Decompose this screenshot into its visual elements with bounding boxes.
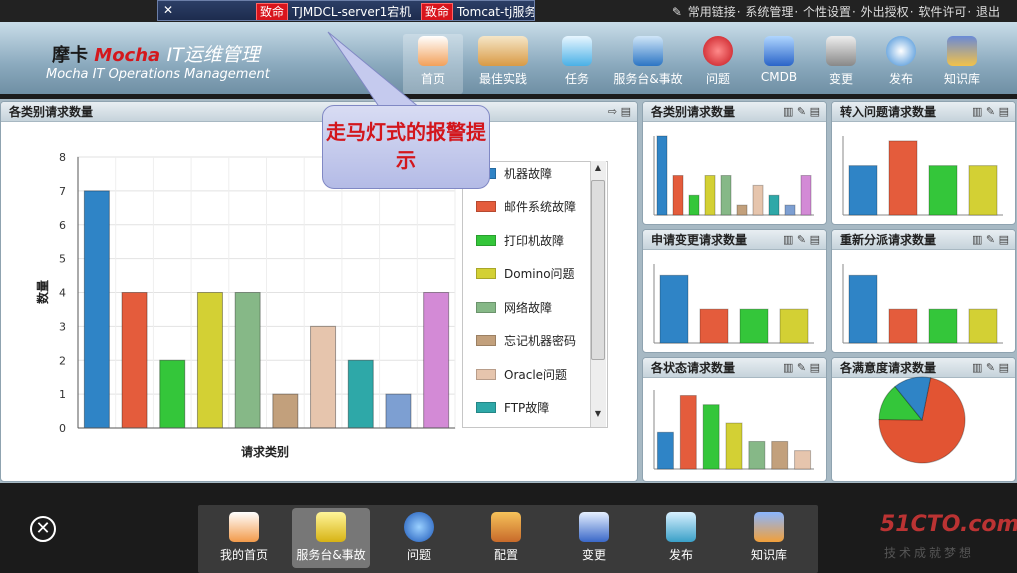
- dock-label: 知识库: [750, 548, 787, 562]
- mini-bar: [848, 274, 878, 344]
- mini-bar: [725, 422, 743, 470]
- mini-bar: [968, 308, 998, 344]
- mini-bar: [739, 308, 769, 344]
- mini-bar: [848, 165, 878, 216]
- dock-release[interactable]: 发布: [642, 508, 720, 568]
- mini-bar: [688, 194, 700, 216]
- mini-bar: [736, 204, 748, 216]
- knowledge-icon: [754, 512, 784, 542]
- warning-icon: [316, 512, 346, 542]
- mini-bar: [699, 308, 729, 344]
- mini-bar: [679, 395, 697, 470]
- dock-knowledge[interactable]: 知识库: [730, 508, 808, 568]
- mini-bar: [928, 165, 958, 216]
- change-icon: [579, 512, 609, 542]
- mini-bar: [779, 308, 809, 344]
- mini-bar: [748, 440, 766, 470]
- watermark: 51CTO.com: [880, 512, 1017, 537]
- release-icon: [666, 512, 696, 542]
- watermark-sub: 技术成就梦想: [884, 546, 975, 560]
- close-icon[interactable]: ✕: [30, 516, 56, 542]
- mini-bar: [794, 450, 812, 470]
- dock-label: 配置: [493, 548, 518, 562]
- dock-my-home[interactable]: 我的首页: [205, 508, 283, 568]
- mini-bar: [968, 165, 998, 216]
- dock-label: 我的首页: [219, 548, 268, 562]
- config-icon: [491, 512, 521, 542]
- mini-bar: [720, 175, 732, 216]
- mini-bar: [656, 135, 668, 216]
- mini-bar: [659, 274, 689, 344]
- home-icon: [229, 512, 259, 542]
- mini-bar: [752, 184, 764, 216]
- mini-charts: [653, 135, 1003, 470]
- question-icon: [404, 512, 434, 542]
- dock-label: 变更: [581, 548, 606, 562]
- mini-bar: [928, 308, 958, 344]
- mini-bar: [702, 404, 720, 470]
- mini-bar: [888, 140, 918, 216]
- mini-bar: [771, 440, 789, 470]
- mini-bar: [704, 175, 716, 216]
- mini-bar: [656, 431, 674, 470]
- mini-bar: [672, 175, 684, 216]
- mini-bar: [768, 194, 780, 216]
- dock-problems[interactable]: 问题: [380, 508, 458, 568]
- dock-label: 问题: [406, 548, 431, 562]
- dock-config[interactable]: 配置: [467, 508, 545, 568]
- dock-service-desk[interactable]: 服务台&事故: [292, 508, 370, 568]
- mini-bar: [784, 204, 796, 216]
- dock-label: 服务台&事故: [296, 548, 366, 562]
- mini-bar: [800, 175, 812, 216]
- dock-label: 发布: [668, 548, 693, 562]
- dock-change[interactable]: 变更: [555, 508, 633, 568]
- callout-annotation: 走马灯式的报警提示: [322, 105, 490, 189]
- mini-bar: [888, 308, 918, 344]
